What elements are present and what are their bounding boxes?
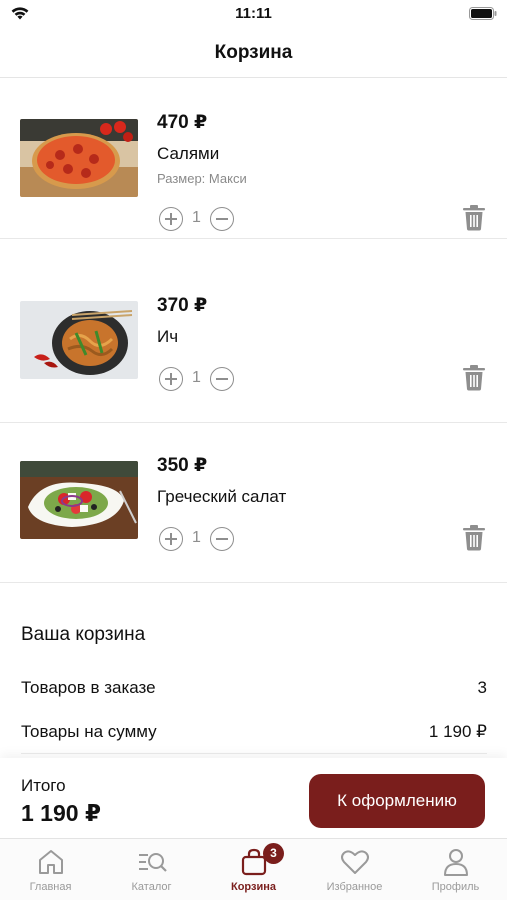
summary-title: Ваша корзина — [21, 624, 146, 645]
items-sum-row: Товары на сумму 1 190 ₽ — [21, 722, 487, 746]
increase-quantity-button[interactable] — [159, 527, 183, 551]
quantity-stepper: 1 — [159, 367, 239, 391]
items-count-value: 3 — [477, 678, 487, 697]
trash-icon[interactable] — [462, 205, 486, 231]
greek-salad-photo — [20, 461, 138, 539]
tab-favorites-label: Избранное — [326, 881, 383, 893]
page-title: Корзина — [214, 42, 293, 63]
pizza-photo — [20, 119, 138, 197]
noodles-photo — [20, 301, 138, 379]
tab-profile-label: Профиль — [431, 881, 480, 893]
quantity-stepper: 1 — [159, 527, 239, 551]
items-sum-value: 1 190 ₽ — [428, 722, 487, 741]
item-price: 370 ₽ — [157, 295, 208, 316]
profile-icon — [444, 849, 468, 876]
status-time: 11:11 — [235, 5, 272, 22]
items-count-label: Товаров в заказе — [21, 678, 156, 697]
cart-count-badge: 3 — [263, 843, 284, 864]
heart-icon — [341, 850, 369, 874]
checkout-bar: Итого 1 190 ₽ К оформлению — [0, 758, 507, 838]
total-value: 1 190 ₽ — [21, 800, 101, 826]
items-count-row: Товаров в заказе 3 — [21, 678, 487, 702]
tab-favorites[interactable]: Избранное — [304, 839, 405, 900]
catalog-search-icon — [139, 853, 167, 872]
item-price: 470 ₽ — [157, 112, 208, 133]
trash-icon[interactable] — [462, 365, 486, 391]
item-name: Ич — [157, 327, 179, 346]
tab-cart-label: Корзина — [231, 881, 276, 893]
item-name: Салями — [157, 144, 220, 163]
decrease-quantity-button[interactable] — [210, 367, 234, 391]
trash-icon[interactable] — [462, 525, 486, 551]
tab-home[interactable]: Главная — [0, 839, 101, 900]
item-price: 350 ₽ — [157, 455, 208, 476]
items-sum-label: Товары на сумму — [21, 722, 157, 741]
checkout-button[interactable]: К оформлению — [309, 774, 485, 828]
summary-divider — [21, 753, 487, 754]
tab-catalog-label: Каталог — [131, 881, 172, 893]
increase-quantity-button[interactable] — [159, 367, 183, 391]
quantity-value: 1 — [192, 209, 201, 226]
home-icon — [39, 850, 63, 874]
quantity-stepper: 1 — [159, 207, 239, 231]
tab-cart[interactable]: 3 Корзина — [203, 839, 304, 900]
battery-icon — [469, 7, 497, 20]
tab-bar: Главная Каталог 3 Корзина Избранное Проф… — [0, 838, 507, 900]
decrease-quantity-button[interactable] — [210, 527, 234, 551]
tab-home-label: Главная — [29, 881, 72, 893]
item-name: Греческий салат — [157, 487, 287, 506]
item-size: Размер: Макси — [157, 171, 247, 186]
quantity-value: 1 — [192, 369, 201, 386]
tab-profile[interactable]: Профиль — [405, 839, 506, 900]
cart-item: 370 ₽ Ич 1 — [0, 263, 507, 423]
tab-catalog[interactable]: Каталог — [101, 839, 202, 900]
decrease-quantity-button[interactable] — [210, 207, 234, 231]
quantity-value: 1 — [192, 529, 201, 546]
status-bar: 11:11 — [0, 0, 507, 28]
total-label: Итого — [21, 776, 66, 795]
cart-item: 350 ₽ Греческий салат 1 — [0, 423, 507, 583]
cart-item: 470 ₽ Салями Размер: Макси 1 — [0, 79, 507, 239]
increase-quantity-button[interactable] — [159, 207, 183, 231]
nav-header: Корзина — [0, 28, 507, 78]
